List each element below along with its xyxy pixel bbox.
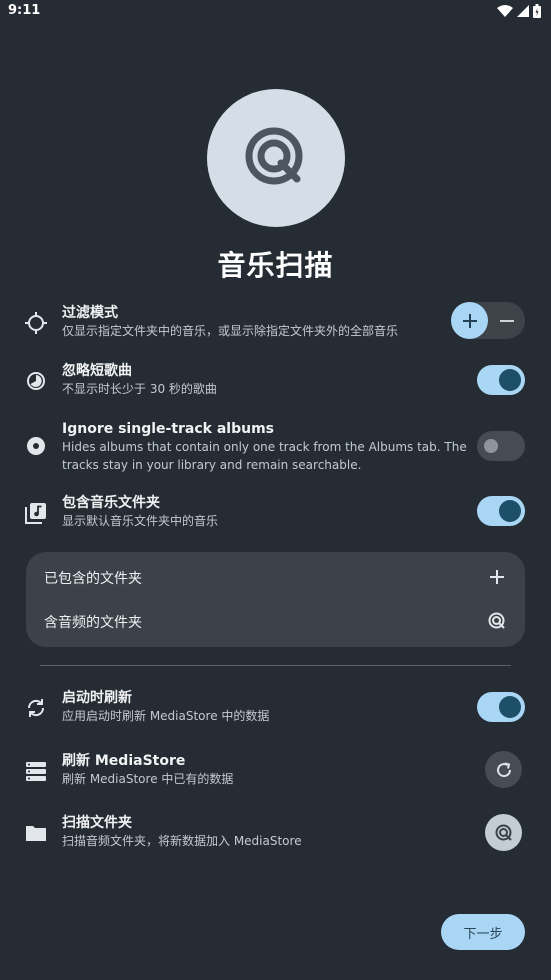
switch-thumb xyxy=(499,696,521,718)
wifi-icon xyxy=(497,4,513,17)
page-title: 音乐扫描 xyxy=(217,249,334,282)
refresh-mediastore-button[interactable] xyxy=(485,751,522,788)
status-bar: 9:11 xyxy=(0,0,551,24)
switch-thumb xyxy=(484,439,498,453)
scan-icon xyxy=(245,127,303,185)
status-time: 9:11 xyxy=(8,3,41,18)
audio-folders-label: 含音频的文件夹 xyxy=(44,615,142,631)
ignore-short-subtitle: 不显示时长少于 30 秒的歌曲 xyxy=(62,382,217,396)
scan-folder-row: 扫描文件夹 扫描音频文件夹，将新数据加入 MediaStore xyxy=(0,815,551,851)
refresh-on-start-row[interactable]: 启动时刷新 应用启动时刷新 MediaStore 中的数据 xyxy=(0,690,551,726)
refresh-mediastore-title: 刷新 MediaStore xyxy=(62,753,186,769)
switch-thumb xyxy=(499,500,521,522)
status-icons xyxy=(497,4,541,18)
include-music-folder-title: 包含音乐文件夹 xyxy=(62,495,160,511)
refresh-on-start-subtitle: 应用启动时刷新 MediaStore 中的数据 xyxy=(62,709,270,723)
ignore-short-switch[interactable] xyxy=(477,365,525,395)
refresh-on-start-text: 启动时刷新 应用启动时刷新 MediaStore 中的数据 xyxy=(62,690,269,725)
music-library-icon xyxy=(25,502,47,524)
scan-icon xyxy=(488,612,505,629)
disc-icon xyxy=(25,435,47,457)
ignore-short-text: 忽略短歌曲 不显示时长少于 30 秒的歌曲 xyxy=(62,363,217,398)
refresh-mediastore-row: 刷新 MediaStore 刷新 MediaStore 中已有的数据 xyxy=(0,753,551,789)
add-folder-button[interactable] xyxy=(487,567,507,587)
included-folders-item[interactable]: 已包含的文件夹 xyxy=(26,555,525,599)
folder-icon xyxy=(25,822,47,844)
ignore-single-track-switch[interactable] xyxy=(477,431,525,461)
filter-exclude-button[interactable] xyxy=(488,302,525,339)
ignore-single-track-title: Ignore single-track albums xyxy=(62,421,274,437)
plus-icon xyxy=(462,313,477,328)
refresh-on-start-title: 启动时刷新 xyxy=(62,690,132,706)
battery-icon xyxy=(533,4,541,18)
plus-icon xyxy=(490,570,504,584)
filter-mode-subtitle: 仅显示指定文件夹中的音乐，或显示除指定文件夹外的全部音乐 xyxy=(62,324,399,338)
include-music-folder-text: 包含音乐文件夹 显示默认音乐文件夹中的音乐 xyxy=(62,495,218,530)
ignore-short-row[interactable]: 忽略短歌曲 不显示时长少于 30 秒的歌曲 xyxy=(0,363,551,399)
sync-icon xyxy=(25,697,47,719)
ignore-single-track-subtitle-line2: tracks stay in your library and remain s… xyxy=(62,458,362,472)
scan-folder-button[interactable] xyxy=(485,814,522,851)
scan-folder-title: 扫描文件夹 xyxy=(62,815,132,831)
ignore-short-title: 忽略短歌曲 xyxy=(62,363,132,379)
refresh-mediastore-text: 刷新 MediaStore 刷新 MediaStore 中已有的数据 xyxy=(62,753,233,788)
scan-icon xyxy=(495,824,512,841)
refresh-mediastore-subtitle: 刷新 MediaStore 中已有的数据 xyxy=(62,772,234,786)
ignore-single-track-row[interactable]: Ignore single-track albums Hides albums … xyxy=(0,421,551,475)
scan-audio-folders-button[interactable] xyxy=(487,611,507,631)
refresh-on-start-switch[interactable] xyxy=(477,692,525,722)
switch-thumb xyxy=(499,369,521,391)
scan-folder-subtitle: 扫描音频文件夹，将新数据加入 MediaStore xyxy=(62,834,302,848)
minus-icon xyxy=(499,319,514,322)
timer-icon xyxy=(25,370,47,392)
folders-card: 已包含的文件夹 含音频的文件夹 xyxy=(26,552,525,647)
cell-signal-icon xyxy=(517,5,529,17)
filter-include-button[interactable] xyxy=(451,302,488,339)
storage-icon xyxy=(25,760,47,782)
audio-folders-item[interactable]: 含音频的文件夹 xyxy=(26,599,525,643)
section-divider xyxy=(40,665,511,666)
filter-mode-segmented-control xyxy=(451,302,525,339)
filter-mode-title: 过滤模式 xyxy=(62,305,118,321)
ignore-single-track-subtitle-line1: Hides albums that contain only one track… xyxy=(62,440,467,454)
filter-mode-text: 过滤模式 仅显示指定文件夹中的音乐，或显示除指定文件夹外的全部音乐 xyxy=(62,305,398,340)
crosshair-icon xyxy=(25,312,47,334)
next-button[interactable]: 下一步 xyxy=(441,914,525,950)
included-folders-label: 已包含的文件夹 xyxy=(44,571,142,587)
ignore-single-track-text: Ignore single-track albums Hides albums … xyxy=(62,421,467,474)
scan-folder-text: 扫描文件夹 扫描音频文件夹，将新数据加入 MediaStore xyxy=(62,815,302,850)
refresh-icon xyxy=(496,762,511,777)
include-music-folder-subtitle: 显示默认音乐文件夹中的音乐 xyxy=(62,514,219,528)
include-music-folder-switch[interactable] xyxy=(477,496,525,526)
include-music-folder-row[interactable]: 包含音乐文件夹 显示默认音乐文件夹中的音乐 xyxy=(0,495,551,531)
music-scan-hero xyxy=(207,89,345,227)
